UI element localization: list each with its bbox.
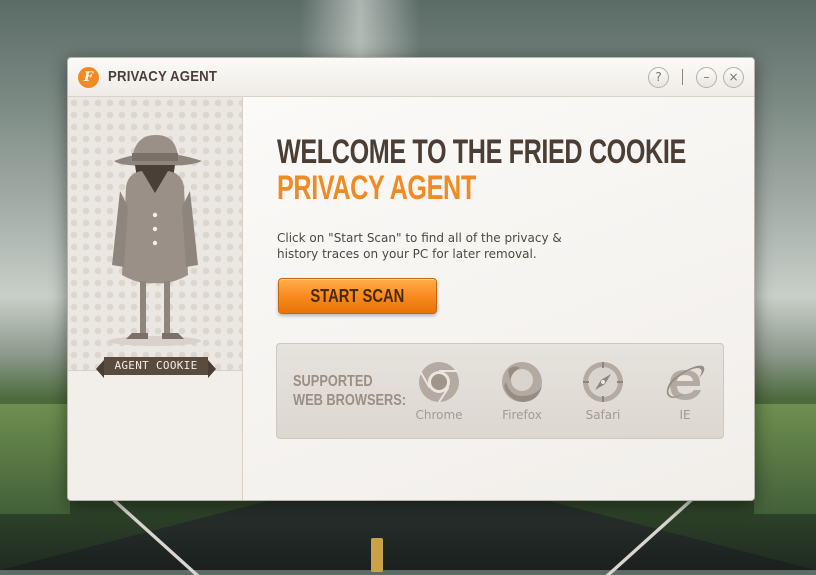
ie-icon	[666, 365, 705, 400]
supported-label-line: WEB BROWSERS:	[293, 392, 407, 409]
sidebar: AGENT COOKIE	[68, 97, 243, 500]
label-ribbon-right	[208, 360, 216, 378]
start-scan-label: START SCAN	[310, 286, 405, 306]
title-bar[interactable]: F PRIVACY AGENT ? – ×	[68, 58, 754, 97]
agent-cookie-illustration	[109, 135, 202, 346]
agent-cookie-label: AGENT COOKIE	[104, 357, 208, 375]
main-panel: WELCOME TO THE FRIED COOKIE PRIVACY AGEN…	[243, 97, 754, 500]
description-line: Click on "Start Scan" to find all of the…	[277, 231, 562, 245]
browser-name: Firefox	[502, 408, 542, 422]
chrome-icon	[419, 362, 459, 403]
browser-chrome: Chrome	[407, 360, 471, 422]
start-scan-button[interactable]: START SCAN	[278, 278, 437, 314]
close-button[interactable]: ×	[723, 67, 744, 88]
welcome-heading: WELCOME TO THE FRIED COOKIE	[277, 133, 686, 171]
scan-description: Click on "Start Scan" to find all of the…	[277, 230, 597, 262]
titlebar-separator	[682, 69, 683, 85]
sidebar-illustration-panel	[68, 97, 242, 371]
app-window: F PRIVACY AGENT ? – × AGENT COOKIE WELCO…	[67, 57, 755, 501]
road-dash	[371, 538, 383, 572]
browser-safari: Safari	[571, 360, 635, 422]
safari-icon	[583, 362, 623, 402]
supported-label-line: SUPPORTED	[293, 373, 373, 390]
supported-browsers-label: SUPPORTED WEB BROWSERS:	[293, 372, 406, 410]
background-grass-right	[754, 404, 816, 514]
app-title: PRIVACY AGENT	[108, 68, 218, 85]
description-line: history traces on your PC for later remo…	[277, 247, 537, 261]
label-ribbon-left	[96, 360, 104, 378]
app-logo-icon: F	[78, 67, 99, 88]
help-button[interactable]: ?	[648, 67, 669, 88]
firefox-icon	[502, 362, 542, 402]
browser-name: Chrome	[415, 408, 463, 422]
supported-browsers-panel: SUPPORTED WEB BROWSERS: Chrome Firefox S…	[276, 343, 724, 439]
browser-name: Safari	[585, 408, 621, 422]
browser-name: IE	[679, 408, 691, 422]
background-road	[0, 490, 816, 570]
browser-ie: IE	[653, 360, 717, 422]
minimize-button[interactable]: –	[696, 67, 717, 88]
browser-firefox: Firefox	[490, 360, 554, 422]
welcome-heading-accent: PRIVACY AGENT	[277, 169, 476, 207]
background-grass-left	[0, 404, 70, 514]
